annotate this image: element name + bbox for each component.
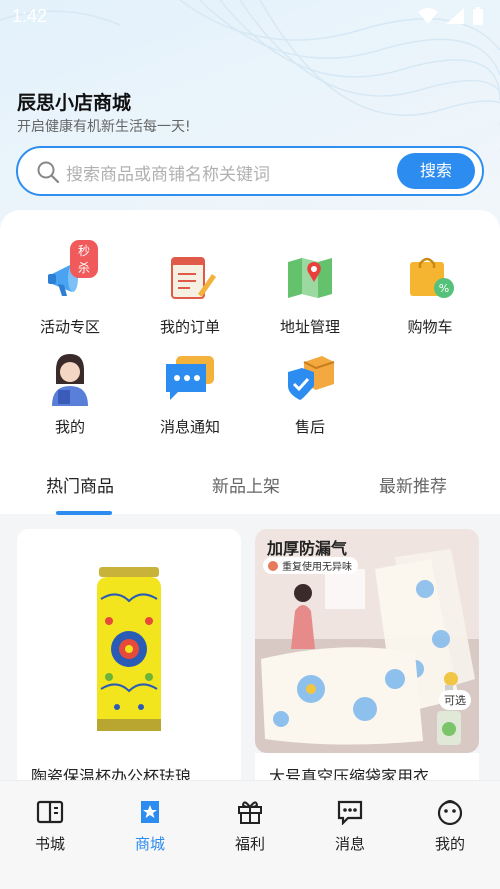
book-icon xyxy=(36,800,64,824)
quick-menu-panel: 秒杀 活动专区 我的订单 地址管理 % 购物车 我的 消息通知 售后 xyxy=(0,210,500,454)
menu-item-label: 售后 xyxy=(294,418,325,436)
no-odor-icon xyxy=(268,560,278,571)
search-input[interactable]: 搜索商品或商铺名称关键词 搜索 xyxy=(16,146,484,196)
signal-icon xyxy=(446,8,464,24)
order-list-icon xyxy=(171,257,216,299)
bottom-nav: 书城 商城 福利 消息 我的 xyxy=(0,780,500,889)
menu-item-after-sales[interactable]: 售后 xyxy=(255,350,365,437)
menu-item-orders[interactable]: 我的订单 xyxy=(135,250,245,337)
battery-icon xyxy=(473,7,483,25)
menu-item-label: 我的 xyxy=(54,418,85,436)
tab-recommended[interactable]: 最新推荐 xyxy=(379,472,447,497)
face-icon xyxy=(437,800,463,826)
map-icon xyxy=(288,258,332,298)
search-icon xyxy=(37,161,60,184)
status-bar: 1:42 xyxy=(0,0,500,34)
menu-item-label: 购物车 xyxy=(407,318,453,336)
flash-sale-badge: 秒杀 xyxy=(70,240,98,278)
menu-item-address[interactable]: 地址管理 xyxy=(255,250,365,337)
nav-benefits[interactable]: 福利 xyxy=(220,799,280,854)
product-image-vacuum-cup xyxy=(17,529,241,753)
product-promo-subtitle: 重复使用无异味 xyxy=(263,557,358,574)
product-promo-title: 加厚防漏气 xyxy=(267,539,348,558)
menu-item-cart[interactable]: % 购物车 xyxy=(375,250,485,337)
product-card[interactable]: 陶瓷保温杯办公杯珐琅 xyxy=(17,529,241,789)
menu-item-activity[interactable]: 秒杀 活动专区 xyxy=(15,240,125,337)
product-option-tag: 可选 xyxy=(439,690,471,710)
search-button[interactable]: 搜索 xyxy=(397,153,475,189)
page-title: 辰思小店商城 xyxy=(17,92,132,114)
nav-messages[interactable]: 消息 xyxy=(320,799,380,854)
nav-mall[interactable]: 商城 xyxy=(120,799,180,854)
nav-mine[interactable]: 我的 xyxy=(420,799,480,854)
gift-icon xyxy=(238,801,262,824)
search-placeholder: 搜索商品或商铺名称关键词 xyxy=(66,165,270,185)
wifi-icon xyxy=(418,8,438,24)
nav-label: 消息 xyxy=(334,835,365,853)
nav-label: 福利 xyxy=(234,835,265,853)
menu-item-label: 活动专区 xyxy=(39,318,100,336)
svg-text:%: % xyxy=(439,282,449,295)
menu-item-label: 消息通知 xyxy=(159,418,220,436)
product-card[interactable]: 加厚防漏气 重复使用无异味 可选 xyxy=(255,529,479,753)
active-tab-indicator xyxy=(56,511,112,515)
nav-bookstore[interactable]: 书城 xyxy=(20,799,80,854)
shield-box-icon xyxy=(288,356,335,400)
nav-label: 商城 xyxy=(134,835,165,853)
menu-item-label: 我的订单 xyxy=(159,318,220,336)
shopping-bag-icon: % xyxy=(410,257,454,298)
tab-hot[interactable]: 热门商品 xyxy=(46,472,114,497)
page-subtitle: 开启健康有机新生活每一天! xyxy=(17,119,191,135)
nav-label: 我的 xyxy=(434,835,465,853)
store-icon xyxy=(141,801,159,823)
product-tabs: 热门商品 新品上架 最新推荐 xyxy=(0,454,500,514)
menu-item-label: 地址管理 xyxy=(279,318,340,336)
menu-item-mine[interactable]: 我的 xyxy=(15,350,125,437)
avatar-icon xyxy=(52,354,88,406)
nav-label: 书城 xyxy=(34,835,65,853)
chat-bubble-icon xyxy=(166,356,214,400)
tab-new[interactable]: 新品上架 xyxy=(212,472,280,497)
status-time: 1:42 xyxy=(12,6,48,26)
menu-item-notifications[interactable]: 消息通知 xyxy=(135,350,245,437)
message-icon xyxy=(337,800,363,826)
